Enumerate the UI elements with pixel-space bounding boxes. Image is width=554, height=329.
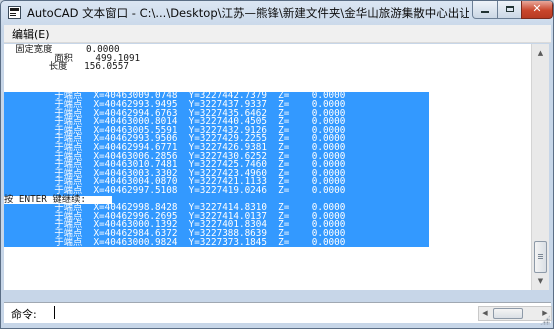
vertical-scroll-thumb[interactable] [534, 241, 547, 273]
vertical-scrollbar[interactable]: ▲ ▼ [531, 44, 549, 290]
autocad-text-window-icon[interactable] [8, 6, 21, 19]
title-bar[interactable]: AutoCAD 文本窗口 - C:\...\Desktop\江苏—熊锋\新建文件… [1, 1, 553, 25]
command-input[interactable] [54, 306, 474, 320]
endpoint-coordinate-line: 于端点 X=40463000.9824 Y=3227373.1845 Z= 0.… [4, 238, 429, 248]
menu-item-edit[interactable]: 编辑(E) [12, 26, 50, 42]
minimize-button[interactable] [472, 1, 498, 19]
command-line-bar: 命令: ◀ ▶ [4, 302, 552, 323]
minimize-icon [481, 11, 489, 13]
horizontal-scrollbar[interactable]: ◀ ▶ [478, 306, 552, 321]
autocad-text-window: AutoCAD 文本窗口 - C:\...\Desktop\江苏—熊锋\新建文件… [0, 0, 554, 329]
scroll-left-arrow-icon[interactable]: ◀ [479, 307, 491, 320]
maximize-button[interactable] [497, 1, 522, 19]
header-line: 长度 156.0557 [4, 61, 129, 73]
close-button[interactable]: ✕ [521, 1, 553, 19]
horizontal-scroll-thumb[interactable] [493, 308, 523, 319]
maximize-icon [505, 6, 514, 12]
scroll-grip-icon [538, 254, 543, 255]
scroll-up-arrow-icon[interactable]: ▲ [534, 46, 547, 60]
close-icon: ✕ [532, 2, 542, 15]
text-history-pane[interactable]: 固定宽度 0.0000 面积 499.1091 长度 156.0557 于端点 … [4, 44, 531, 290]
window-title: AutoCAD 文本窗口 - C:\...\Desktop\江苏—熊锋\新建文件… [27, 6, 469, 20]
menu-bar: 编辑(E) [4, 25, 551, 43]
command-prompt-label: 命令: [11, 308, 37, 321]
scroll-down-arrow-icon[interactable]: ▼ [534, 274, 547, 288]
text-caret [54, 306, 55, 319]
